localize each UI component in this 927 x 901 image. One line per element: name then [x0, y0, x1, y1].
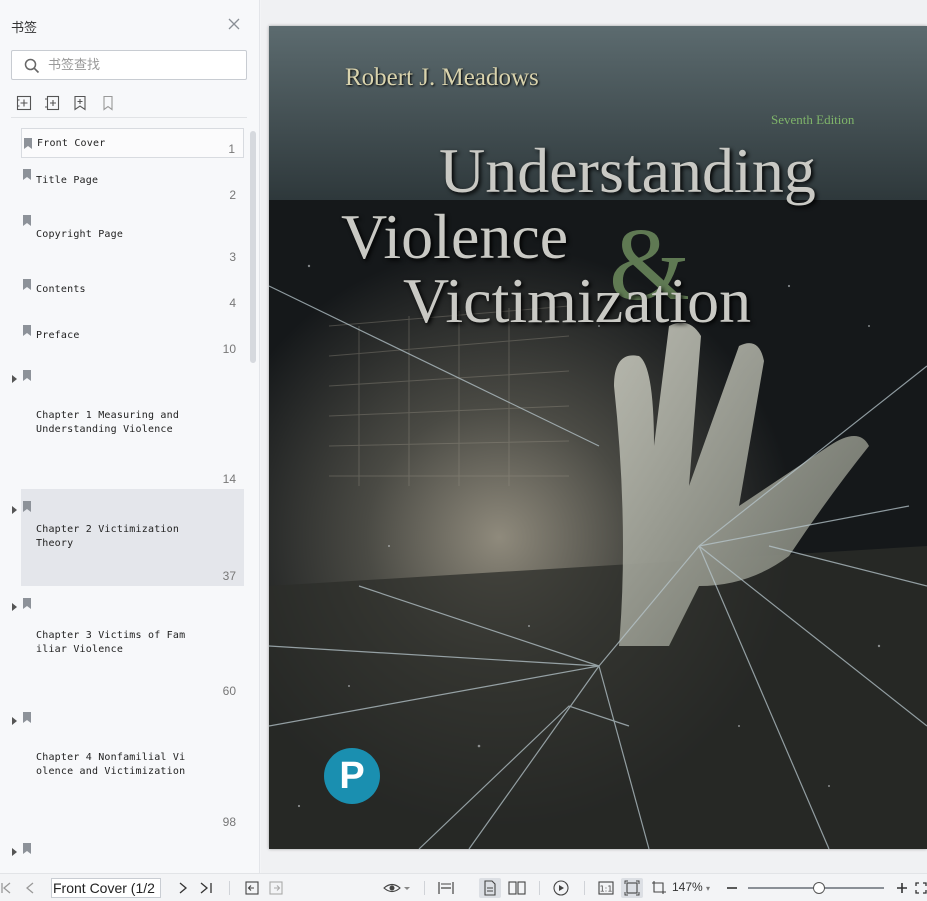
book-cover-page: Robert J. Meadows Seventh Edition Unders… — [269, 26, 927, 849]
cover-title-line1: Understanding — [439, 135, 816, 206]
expand-arrow-icon[interactable] — [11, 501, 18, 514]
two-page-icon[interactable] — [507, 880, 527, 896]
bookmark-panel-header: 书签 — [0, 0, 260, 46]
bookmark-label: Front Cover — [37, 138, 106, 149]
bookmark-item-contents[interactable]: Contents 4 — [21, 274, 244, 314]
bookmark-search-box[interactable] — [11, 50, 247, 80]
bookmark-item-chapter-4[interactable]: Chapter 4 Nonfamilial Vi olence and Vict… — [21, 708, 244, 833]
bookmark-page-number: 2 — [229, 188, 236, 202]
bookmark-label: Title Page — [36, 175, 99, 186]
zoom-level-dropdown[interactable]: 147% ▾ — [672, 880, 710, 894]
divider — [584, 881, 585, 895]
bookmark-page-number: 4 — [229, 296, 236, 310]
bookmark-item-front-cover[interactable]: Front Cover 1 — [21, 128, 244, 158]
bookmark-item-copyright-page[interactable]: Copyright Page 3 — [21, 210, 244, 264]
page-number-value: Front Cover (1/2 — [53, 880, 155, 896]
bookmark-page-number: 3 — [229, 250, 236, 264]
expand-arrow-icon[interactable] — [11, 712, 18, 725]
zoom-slider-thumb[interactable] — [812, 882, 825, 894]
expand-arrow-icon[interactable] — [11, 370, 18, 383]
add-child-bookmark-icon[interactable] — [43, 94, 61, 112]
play-slideshow-icon[interactable] — [552, 880, 570, 896]
bookmark-item-title-page[interactable]: Title Page 2 — [21, 164, 244, 204]
next-page-icon[interactable] — [177, 880, 189, 896]
svg-text:1:1: 1:1 — [600, 885, 613, 894]
bookmark-item-preface[interactable]: Preface 10 — [21, 320, 244, 360]
zoom-out-icon[interactable] — [725, 880, 739, 896]
last-page-icon[interactable] — [199, 880, 213, 896]
close-icon[interactable] — [227, 17, 241, 31]
bookmark-page-number: 1 — [228, 142, 235, 156]
bookmark-icon — [23, 841, 31, 854]
bookmark-star-icon[interactable] — [71, 94, 89, 112]
custom-zoom-icon[interactable] — [650, 880, 668, 896]
zoom-level-value: 147% — [672, 880, 703, 894]
bookmark-page-number: 10 — [222, 342, 236, 356]
bookmark-item-chapter-1[interactable]: Chapter 1 Measuring and Understanding Vi… — [21, 366, 244, 486]
bookmark-panel-title: 书签 — [11, 20, 38, 35]
bookmark-icon — [23, 167, 31, 180]
divider — [539, 881, 540, 895]
bookmark-icon — [24, 136, 32, 149]
divider — [229, 881, 230, 895]
bookmark-item-chapter-3[interactable]: Chapter 3 Victims of Fam iliar Violence … — [21, 594, 244, 704]
bookmark-outline-icon[interactable] — [99, 94, 117, 112]
fullscreen-icon[interactable] — [914, 880, 927, 896]
bookmark-item-chapter-5[interactable] — [21, 839, 244, 869]
bookmark-icon — [23, 596, 31, 609]
bookmark-page-number: 98 — [222, 815, 236, 829]
bookmark-icon — [23, 277, 31, 290]
bookmark-label: Chapter 1 Measuring and Understanding Vi… — [36, 410, 180, 435]
add-bookmark-icon[interactable] — [15, 94, 33, 112]
cover-edition: Seventh Edition — [771, 112, 855, 127]
bookmark-icon — [23, 323, 31, 336]
first-page-icon[interactable] — [0, 880, 12, 896]
actual-size-icon[interactable]: 1:1 — [597, 880, 615, 896]
bookmark-scrollbar-thumb[interactable] — [250, 131, 256, 363]
expand-arrow-icon[interactable] — [11, 843, 18, 856]
document-viewer[interactable]: Robert J. Meadows Seventh Edition Unders… — [261, 0, 927, 873]
bookmark-page-number: 14 — [222, 472, 236, 486]
pdf-reader-window: 书签 书签查找 Front Cover 1 Title Page 2 Copyr… — [0, 0, 927, 901]
chevron-down-icon: ▾ — [706, 884, 711, 893]
divider — [424, 881, 425, 895]
bookmark-page-number: 60 — [222, 684, 236, 698]
forward-view-icon[interactable] — [268, 880, 284, 896]
search-icon — [24, 58, 40, 74]
publisher-logo: P — [324, 748, 380, 804]
expand-arrow-icon[interactable] — [11, 598, 18, 611]
bookmark-icon — [23, 213, 31, 226]
bookmark-search-input[interactable] — [48, 56, 238, 75]
bookmark-icon — [23, 710, 31, 723]
eye-care-icon[interactable] — [382, 880, 412, 896]
bookmark-label: Chapter 2 Victimization Theory — [36, 524, 180, 549]
bookmark-label: Preface — [36, 330, 80, 341]
publisher-logo-letter: P — [339, 755, 365, 797]
fit-page-icon[interactable] — [621, 878, 643, 898]
bookmark-label: Chapter 4 Nonfamilial Vi olence and Vict… — [36, 752, 186, 777]
bookmark-icon — [23, 368, 31, 381]
single-page-icon[interactable] — [479, 878, 501, 898]
bookmark-label: Copyright Page — [36, 229, 124, 240]
back-view-icon[interactable] — [244, 880, 260, 896]
bookmark-panel: 书签 书签查找 Front Cover 1 Title Page 2 Copyr… — [0, 0, 260, 873]
zoom-in-icon[interactable] — [895, 880, 909, 896]
bookmark-item-chapter-2[interactable]: Chapter 2 Victimization Theory 37 — [21, 489, 244, 586]
bookmark-list: Front Cover 1 Title Page 2 Copyright Pag… — [0, 118, 250, 870]
bookmark-toolbar — [15, 94, 117, 112]
previous-page-icon[interactable] — [24, 880, 36, 896]
bookmark-page-number: 37 — [222, 569, 236, 583]
cover-author: Robert J. Meadows — [345, 64, 539, 91]
cover-title-line2: Violence — [341, 201, 569, 272]
fit-width-icon[interactable] — [437, 880, 455, 896]
page-number-input[interactable]: Front Cover (1/2 — [51, 878, 161, 898]
bookmark-icon — [23, 499, 31, 512]
bookmark-label: Chapter 3 Victims of Fam iliar Violence — [36, 630, 186, 655]
bottom-toolbar: Front Cover (1/2 1:1 147% ▾ — [0, 873, 927, 901]
bookmark-label: Contents — [36, 284, 86, 295]
cover-title-line3: Victimization — [403, 265, 752, 336]
